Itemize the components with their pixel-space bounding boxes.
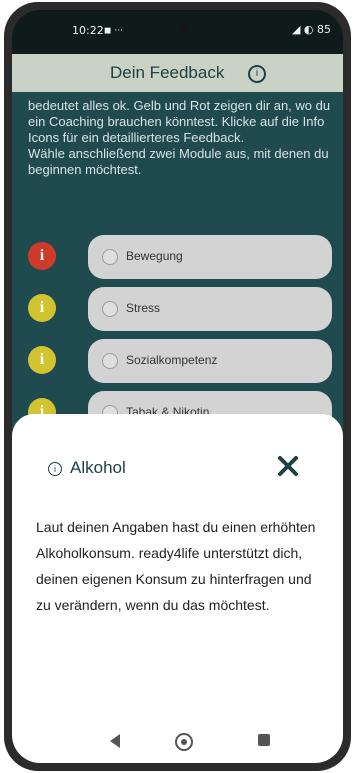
phone-frame: 10:22 ◼ ··· ◢ ◐ 85 Dein Feedback i bedeu… (4, 2, 351, 771)
close-icon[interactable] (274, 452, 302, 480)
home-icon[interactable] (175, 733, 193, 751)
bottom-sheet: i Alkohol Laut deinen Angaben hast du ei… (12, 414, 343, 763)
module-pill[interactable]: Sozialkompetenz (88, 339, 332, 383)
sheet-body: Laut deinen Angaben hast du einen erhöht… (36, 519, 316, 613)
info-icon[interactable]: i (248, 65, 266, 83)
sheet-title: Alkohol (70, 458, 126, 477)
module-info-icon[interactable]: i (28, 346, 56, 374)
module-row: i Stress (28, 287, 333, 331)
module-row: i Bewegung (28, 235, 333, 279)
module-row: i Sozialkompetenz (28, 339, 333, 383)
status-bar: 10:22 ◼ ··· ◢ ◐ 85 (12, 10, 343, 54)
module-radio[interactable] (102, 301, 118, 317)
module-label: Stress (126, 301, 161, 315)
info-icon: i (48, 462, 62, 476)
module-label: Bewegung (126, 249, 183, 263)
module-pill[interactable]: Bewegung (88, 235, 332, 279)
status-time: 10:22 (72, 24, 104, 37)
app-header: Dein Feedback i (12, 54, 343, 92)
intro-text: bedeutet alles ok. Gelb und Rot zeigen d… (28, 98, 331, 177)
navigation-bar (12, 722, 343, 762)
module-radio[interactable] (102, 353, 118, 369)
status-right: ◢ ◐ 85 (291, 23, 331, 36)
module-pill[interactable]: Stress (88, 287, 332, 331)
screen: 10:22 ◼ ··· ◢ ◐ 85 Dein Feedback i bedeu… (12, 10, 343, 763)
module-info-icon[interactable]: i (28, 242, 56, 270)
back-icon[interactable] (110, 734, 120, 748)
status-left-icons: ◼ ··· (104, 26, 123, 36)
module-label: Sozialkompetenz (126, 353, 218, 367)
module-radio[interactable] (102, 249, 118, 265)
page-title: Dein Feedback (110, 63, 225, 82)
close-button[interactable] (274, 452, 302, 480)
front-camera (179, 22, 189, 32)
recent-apps-icon[interactable] (258, 734, 270, 746)
module-info-icon[interactable]: i (28, 294, 56, 322)
home-dot (181, 739, 187, 745)
